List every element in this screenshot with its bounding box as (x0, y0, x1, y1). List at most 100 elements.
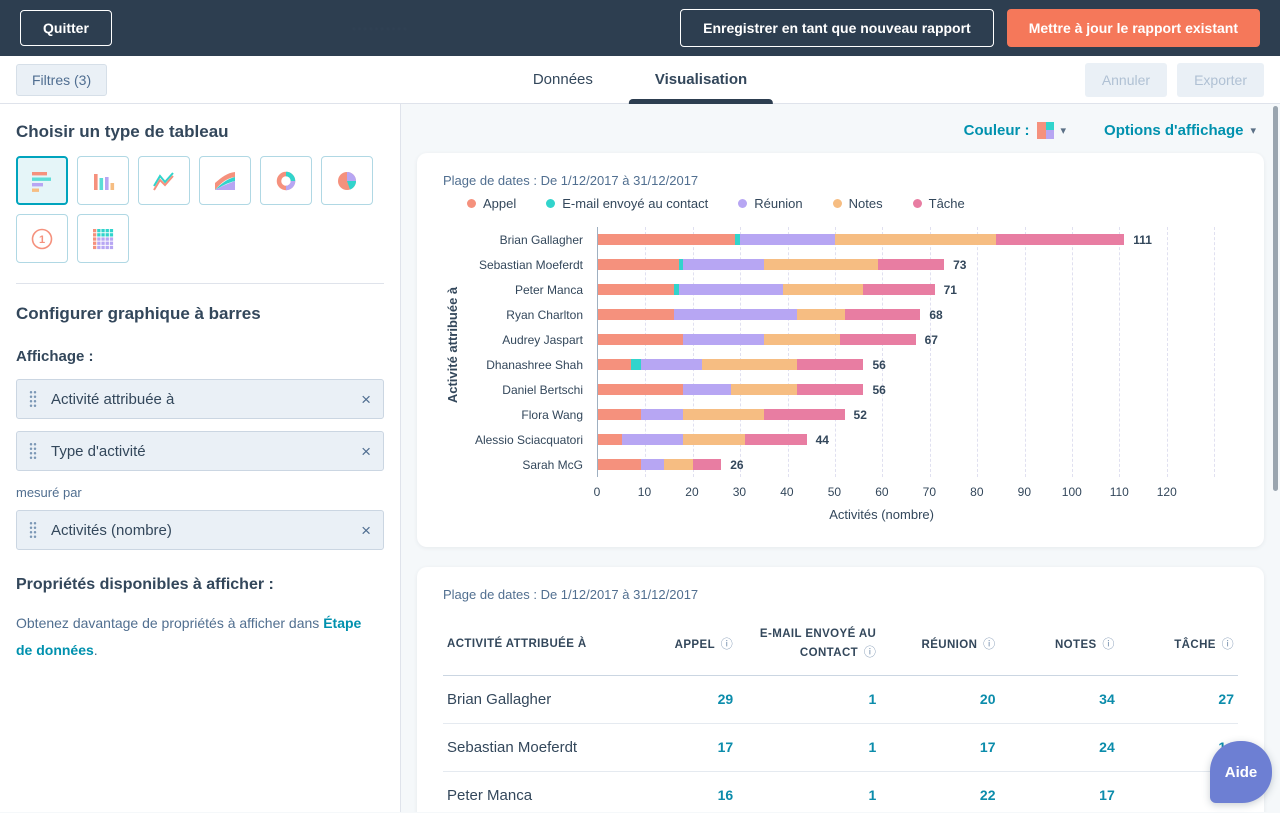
bar-segment[interactable] (996, 234, 1124, 245)
info-icon[interactable]: ⓘ (1218, 637, 1234, 651)
bar-row[interactable]: 68 (598, 302, 1238, 327)
bar-segment[interactable] (764, 334, 840, 345)
drag-handle-icon[interactable] (29, 390, 37, 408)
bar-segment[interactable] (674, 309, 797, 320)
bar-segment[interactable] (598, 309, 674, 320)
bar-row[interactable]: 26 (598, 452, 1238, 477)
bar-segment[interactable] (598, 334, 683, 345)
field-pill-activity-assigned[interactable]: Activité attribuée à × (16, 379, 384, 419)
vertical-scrollbar[interactable] (1273, 106, 1278, 491)
bar-segment[interactable] (797, 384, 863, 395)
bar-segment[interactable] (731, 384, 797, 395)
table-cell-value[interactable]: 34 (999, 675, 1118, 723)
info-icon[interactable]: ⓘ (717, 637, 733, 651)
chart-type-line[interactable] (138, 156, 190, 205)
bar-segment[interactable] (598, 409, 641, 420)
bar-segment[interactable] (683, 434, 745, 445)
bar-segment[interactable] (764, 259, 878, 270)
chart-type-vertical-bar[interactable] (77, 156, 129, 205)
bar-row[interactable]: 44 (598, 427, 1238, 452)
filters-button[interactable]: Filtres (3) (16, 64, 107, 96)
tab-donnees[interactable]: Données (507, 56, 619, 104)
remove-field-icon[interactable]: × (361, 443, 371, 460)
table-cell-value[interactable]: 1 (737, 723, 880, 771)
bar-segment[interactable] (683, 259, 764, 270)
bar-segment[interactable] (797, 359, 863, 370)
x-tick-label: 70 (923, 485, 936, 499)
table-cell-value[interactable]: 17 (634, 723, 737, 771)
save-as-new-report-button[interactable]: Enregistrer en tant que nouveau rapport (680, 9, 994, 47)
chart-type-table[interactable] (77, 214, 129, 263)
bar-segment[interactable] (878, 259, 944, 270)
cancel-button[interactable]: Annuler (1085, 63, 1167, 97)
bar-segment[interactable] (745, 434, 807, 445)
table-cell-value[interactable]: 24 (999, 723, 1118, 771)
info-icon[interactable]: ⓘ (1099, 637, 1115, 651)
help-button[interactable]: Aide (1210, 741, 1272, 803)
info-icon[interactable]: ⓘ (860, 645, 876, 659)
table-cell-value[interactable]: 20 (880, 675, 999, 723)
bar-row[interactable]: 52 (598, 402, 1238, 427)
table-cell-value[interactable]: 27 (1119, 675, 1238, 723)
export-button[interactable]: Exporter (1177, 63, 1264, 97)
bar-segment[interactable] (598, 459, 641, 470)
bar-segment[interactable] (641, 359, 703, 370)
bar-segment[interactable] (683, 334, 764, 345)
table-cell-value[interactable]: 1 (737, 771, 880, 812)
table-cell-value[interactable]: 29 (634, 675, 737, 723)
chart-type-horizontal-bar[interactable] (16, 156, 68, 205)
bar-segment[interactable] (598, 284, 674, 295)
bar-segment[interactable] (683, 409, 764, 420)
table-cell-value[interactable]: 17 (999, 771, 1118, 812)
color-dropdown[interactable]: Couleur : ▾ (964, 122, 1066, 139)
chart-type-number[interactable]: 1 (16, 214, 68, 263)
chart-type-donut[interactable] (260, 156, 312, 205)
bar-segment[interactable] (664, 459, 692, 470)
bar-segment[interactable] (797, 309, 844, 320)
tab-visualisation[interactable]: Visualisation (629, 56, 773, 104)
table-cell-value[interactable]: 1 (737, 675, 880, 723)
chart-type-area[interactable] (199, 156, 251, 205)
quit-button[interactable]: Quitter (20, 10, 112, 46)
bar-segment[interactable] (863, 284, 934, 295)
bar-segment[interactable] (641, 409, 684, 420)
bar-segment[interactable] (683, 384, 730, 395)
bar-segment[interactable] (835, 234, 996, 245)
bar-row[interactable]: 56 (598, 377, 1238, 402)
field-pill-activity-type[interactable]: Type d'activité × (16, 431, 384, 471)
display-options-dropdown[interactable]: Options d'affichage ▾ (1104, 122, 1256, 139)
bar-segment[interactable] (631, 359, 640, 370)
info-icon[interactable]: ⓘ (979, 637, 995, 651)
field-pill-measure[interactable]: Activités (nombre) × (16, 510, 384, 550)
table-cell-value[interactable]: 16 (634, 771, 737, 812)
bar-category-label: Sebastian Moeferdt (469, 252, 597, 277)
drag-handle-icon[interactable] (29, 442, 37, 460)
bar-segment[interactable] (764, 409, 845, 420)
bar-segment[interactable] (598, 434, 622, 445)
bar-segment[interactable] (622, 434, 684, 445)
remove-field-icon[interactable]: × (361, 522, 371, 539)
bar-row[interactable]: 73 (598, 252, 1238, 277)
bar-segment[interactable] (598, 359, 631, 370)
bar-row[interactable]: 71 (598, 277, 1238, 302)
bar-segment[interactable] (598, 384, 683, 395)
bar-row[interactable]: 56 (598, 352, 1238, 377)
table-cell-value[interactable]: 17 (880, 723, 999, 771)
bar-segment[interactable] (641, 459, 665, 470)
bar-row[interactable]: 67 (598, 327, 1238, 352)
update-existing-report-button[interactable]: Mettre à jour le rapport existant (1007, 9, 1260, 47)
remove-field-icon[interactable]: × (361, 391, 371, 408)
bar-segment[interactable] (598, 234, 735, 245)
table-cell-value[interactable]: 22 (880, 771, 999, 812)
drag-handle-icon[interactable] (29, 521, 37, 539)
chart-type-pie[interactable] (321, 156, 373, 205)
bar-segment[interactable] (598, 259, 679, 270)
bar-segment[interactable] (840, 334, 916, 345)
bar-segment[interactable] (693, 459, 721, 470)
bar-segment[interactable] (679, 284, 783, 295)
bar-segment[interactable] (740, 234, 835, 245)
bar-row[interactable]: 111 (598, 227, 1238, 252)
bar-segment[interactable] (845, 309, 921, 320)
bar-segment[interactable] (702, 359, 797, 370)
bar-segment[interactable] (783, 284, 864, 295)
